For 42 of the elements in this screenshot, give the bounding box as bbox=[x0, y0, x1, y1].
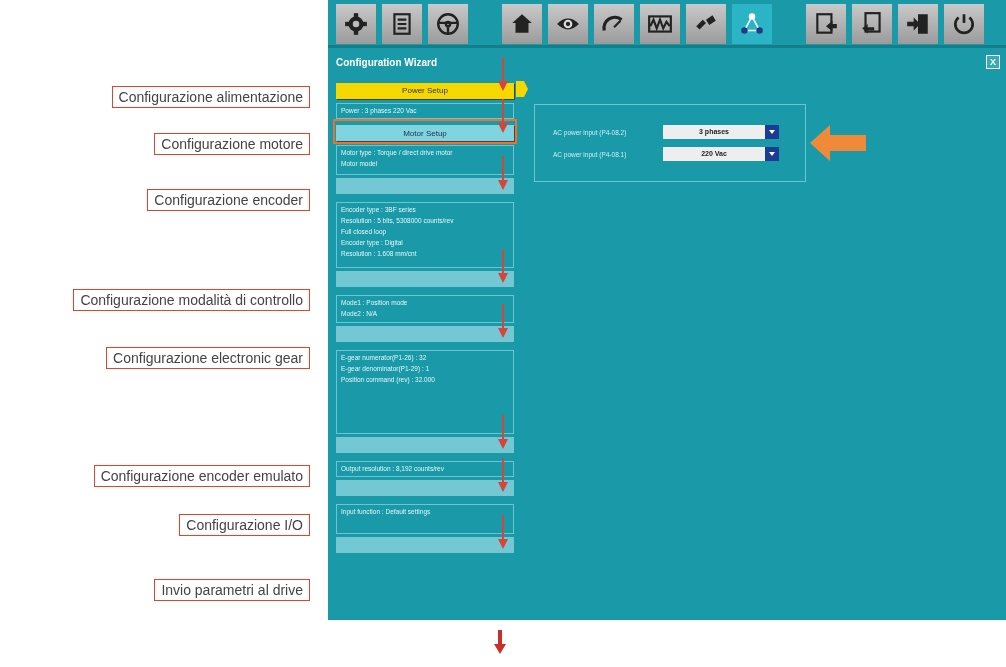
caret-icon bbox=[765, 125, 779, 139]
toolbar-button[interactable] bbox=[852, 4, 892, 44]
toolbar-button[interactable] bbox=[428, 4, 468, 44]
power-icon bbox=[951, 11, 977, 37]
down-arrow-icon bbox=[498, 415, 508, 449]
callout-label: Configurazione electronic gear bbox=[106, 347, 310, 369]
down-arrow-icon bbox=[498, 515, 508, 549]
toolbar-button[interactable] bbox=[382, 4, 422, 44]
toolbar-button[interactable] bbox=[594, 4, 634, 44]
callout-label: Configurazione modalità di controllo bbox=[73, 289, 310, 311]
pointer-icon bbox=[516, 80, 528, 97]
callout-label: Configurazione alimentazione bbox=[111, 86, 310, 108]
toolbar-button[interactable] bbox=[548, 4, 588, 44]
callout-label: Configurazione motore bbox=[154, 133, 310, 155]
callout-label: Configurazione encoder emulato bbox=[93, 465, 310, 487]
down-arrow-icon bbox=[498, 156, 508, 190]
toolbar-button[interactable] bbox=[898, 4, 938, 44]
callout-label: Invio parametri al drive bbox=[154, 579, 310, 601]
caret-icon bbox=[765, 147, 779, 161]
toolbar-button[interactable] bbox=[502, 4, 542, 44]
step-button[interactable]: Power Setup bbox=[336, 82, 514, 99]
toolbar-button[interactable] bbox=[336, 4, 376, 44]
document-export-icon bbox=[813, 11, 839, 37]
window-title: Configuration Wizard bbox=[336, 56, 437, 68]
toolbar-button[interactable] bbox=[806, 4, 846, 44]
down-arrow-icon bbox=[498, 458, 508, 492]
down-arrow-icon bbox=[498, 56, 508, 91]
callout-label: Configurazione I/O bbox=[179, 514, 310, 536]
left-arrow-icon bbox=[810, 125, 866, 161]
down-arrow-icon bbox=[498, 99, 508, 133]
exit-icon bbox=[905, 11, 931, 37]
callout-label: Configurazione encoder bbox=[147, 189, 310, 211]
down-arrow-icon bbox=[498, 304, 508, 338]
toolbar-button[interactable] bbox=[732, 4, 772, 44]
toolbar-button[interactable] bbox=[686, 4, 726, 44]
toolbar-button[interactable] bbox=[640, 4, 680, 44]
step-button[interactable]: Motor Setup bbox=[336, 125, 514, 141]
toolbar-button[interactable] bbox=[944, 4, 984, 44]
down-arrow-icon bbox=[494, 630, 506, 654]
steering-wheel-icon bbox=[435, 11, 461, 37]
down-arrow-icon bbox=[498, 249, 508, 283]
network-icon bbox=[739, 11, 765, 37]
